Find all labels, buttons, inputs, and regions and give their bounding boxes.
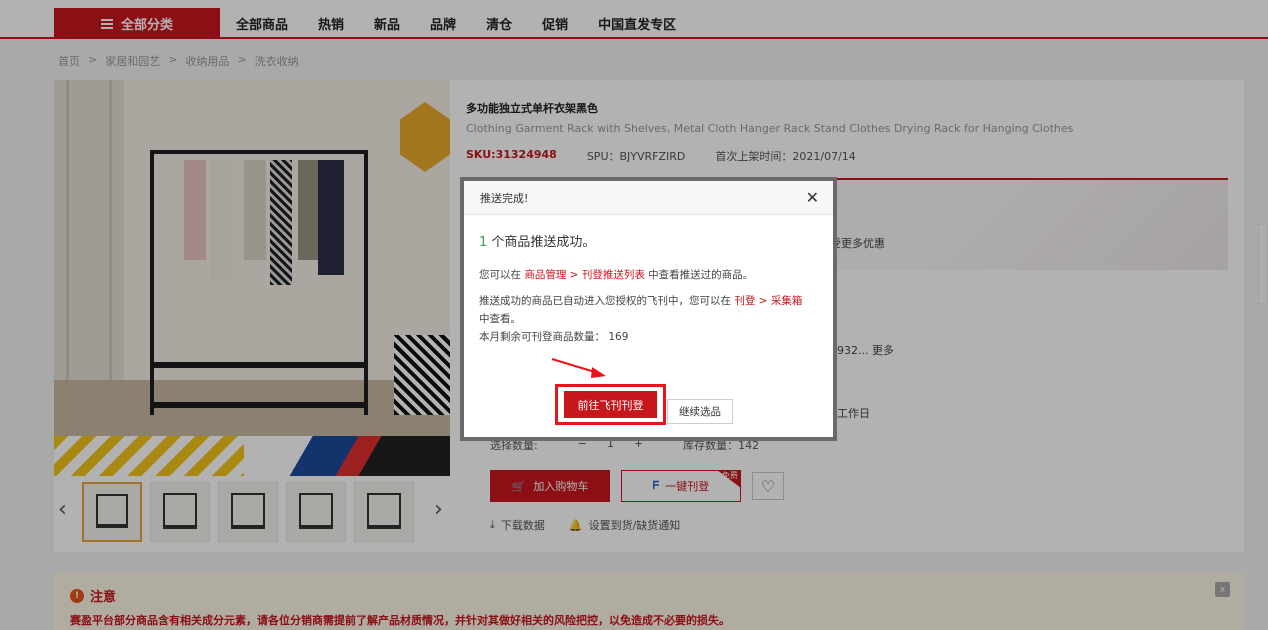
close-icon[interactable]: ✕ (806, 188, 819, 207)
push-list-hint: 您可以在 商品管理 > 刊登推送列表 中查看推送过的商品。 (479, 266, 818, 284)
push-complete-dialog: 推送完成! ✕ 1 个商品推送成功。 您可以在 商品管理 > 刊登推送列表 中查… (460, 177, 837, 441)
push-list-link[interactable]: 商品管理 > 刊登推送列表 (524, 269, 644, 281)
push-list-hint-suffix: 中查看推送过的商品。 (644, 269, 754, 281)
collect-box-link[interactable]: 刊登 > 采集箱 (734, 295, 802, 307)
remaining-quota: 本月剩余可刊登商品数量： 169 (479, 331, 629, 343)
collect-box-hint-suffix: 中查看。 (479, 313, 521, 325)
push-success-message: 1 个商品推送成功。 (479, 231, 818, 250)
collect-box-hint: 推送成功的商品已自动进入您授权的飞刊中，您可以在 刊登 > 采集箱中查看。 (479, 292, 818, 328)
annotation-arrow-icon (551, 358, 606, 378)
push-list-hint-prefix: 您可以在 (479, 269, 525, 281)
dialog-header: 推送完成! ✕ (464, 181, 833, 215)
collect-box-hint-prefix: 推送成功的商品已自动进入您授权的飞刊中，您可以在 (479, 295, 735, 307)
go-publish-button[interactable]: 前往飞刊刊登 (564, 391, 657, 418)
push-success-text: 个商品推送成功。 (487, 235, 596, 250)
dialog-body: 1 个商品推送成功。 您可以在 商品管理 > 刊登推送列表 中查看推送过的商品。… (464, 215, 833, 346)
continue-selecting-button[interactable]: 继续选品 (667, 399, 733, 424)
dialog-title: 推送完成! (480, 191, 529, 205)
